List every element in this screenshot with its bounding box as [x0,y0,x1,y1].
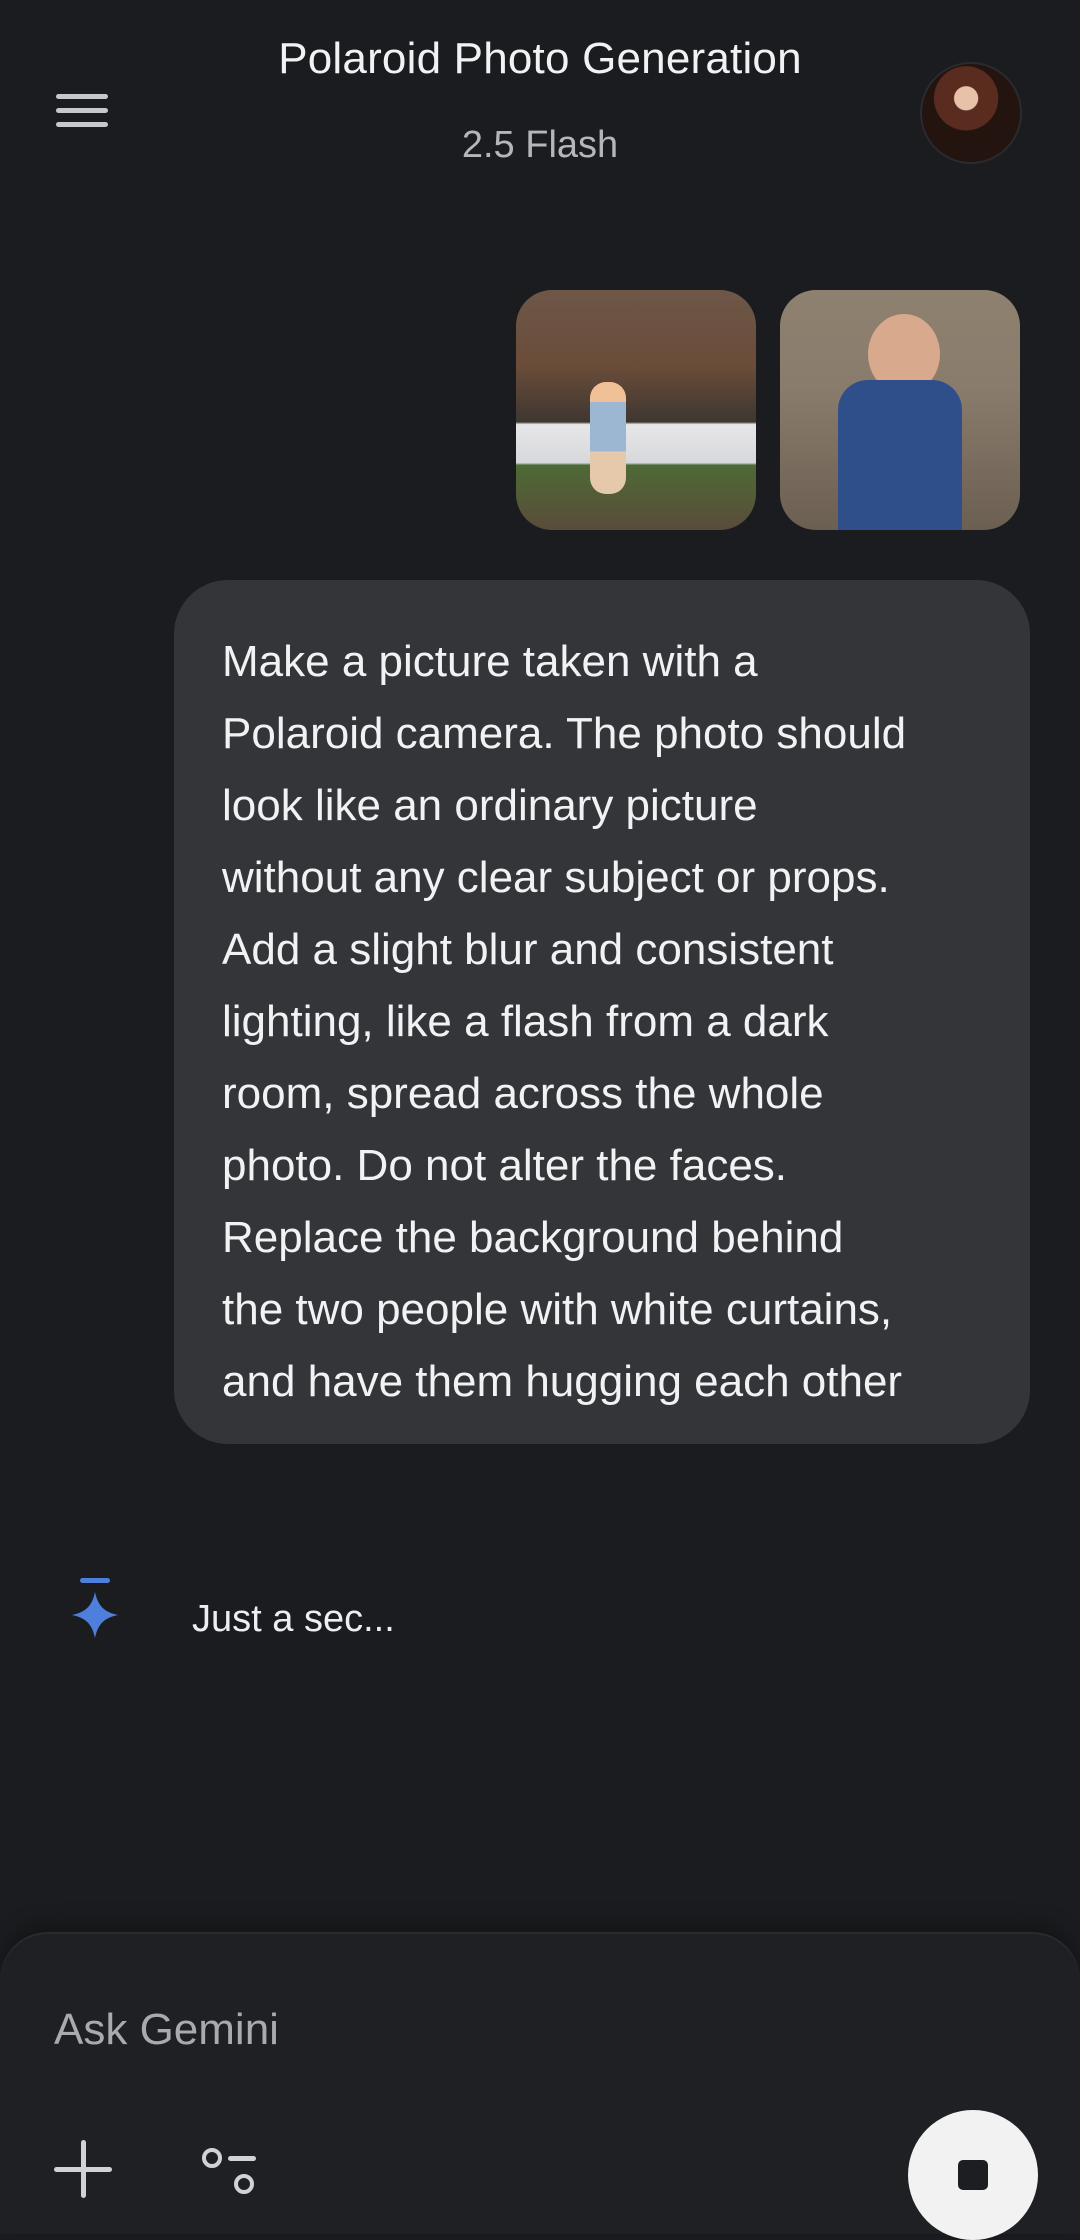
tools-icon[interactable] [198,2144,258,2194]
loading-progress-line [80,1578,110,1583]
stop-button[interactable] [908,2110,1038,2240]
menu-line [56,108,108,113]
tool-knob [234,2174,254,2194]
plus-icon[interactable] [54,2140,112,2198]
gemini-spark-icon [72,1592,118,1638]
photo-figure [590,382,626,494]
model-selector[interactable]: 2.5 Flash [0,124,1080,167]
tool-knob [202,2148,222,2168]
image-attachment-2[interactable] [780,290,1020,530]
image-attachment-1[interactable] [516,290,756,530]
assistant-status: Just a sec... [192,1598,395,1640]
photo-figure-shirt [838,380,962,530]
ask-gemini-input[interactable] [54,2000,914,2060]
avatar[interactable] [922,64,1020,162]
stop-icon [958,2160,988,2190]
gemini-loading-indicator [70,1574,120,1644]
chat-title: Polaroid Photo Generation [278,34,802,83]
user-message-bubble: Make a picture taken with a Polaroid cam… [174,580,1030,1444]
tool-line [228,2156,256,2161]
menu-line [56,94,108,99]
